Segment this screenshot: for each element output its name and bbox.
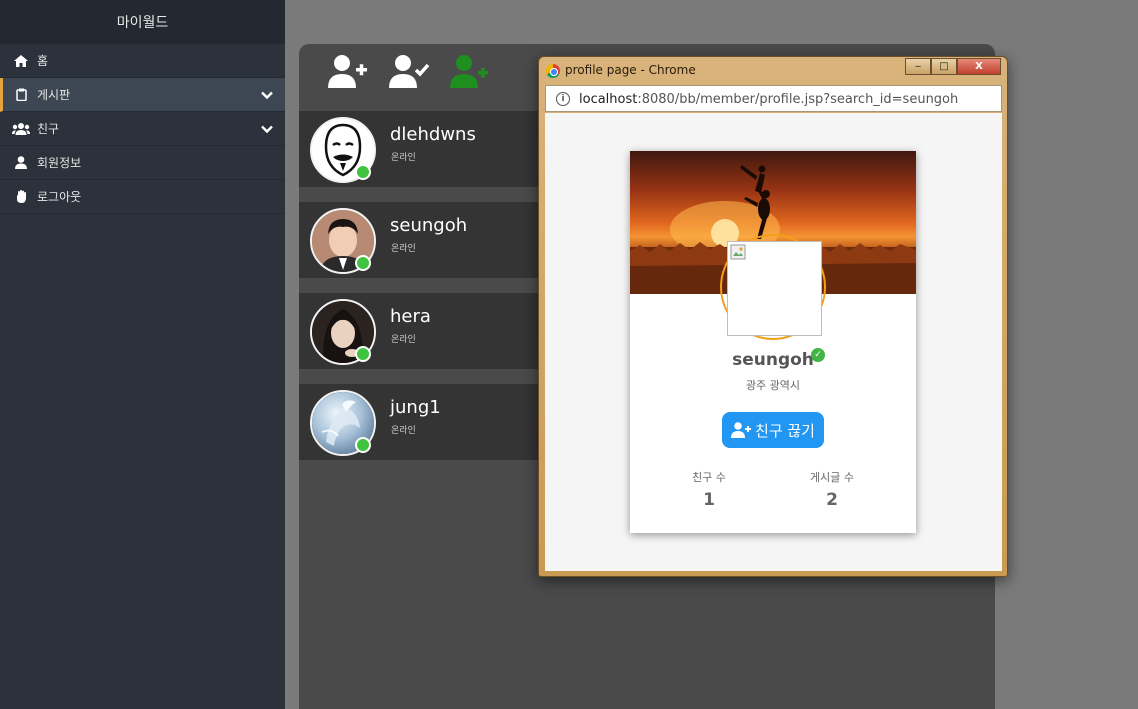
users-icon — [12, 122, 30, 136]
window-titlebar[interactable]: profile page - Chrome ‒ □ X — [539, 57, 1007, 84]
url-path: :8080/bb/member/profile.jsp?search_id=se… — [637, 92, 959, 107]
user-friends-icon[interactable] — [449, 54, 489, 90]
window-controls: ‒ □ X — [905, 58, 1001, 75]
list-item[interactable]: dlehdwns 온라인 — [299, 111, 539, 187]
sidebar-item-board[interactable]: 게시판 — [0, 78, 285, 112]
user-plus-icon — [731, 422, 752, 438]
friend-status: 온라인 — [391, 335, 416, 345]
sidebar-item-label: 게시판 — [37, 88, 71, 102]
sidebar-item-label: 홈 — [37, 54, 49, 68]
friend-status: 온라인 — [391, 153, 416, 163]
post-count-stat: 게시글 수 2 — [787, 469, 877, 510]
profile-popup-window: profile page - Chrome ‒ □ X i localhost:… — [538, 56, 1008, 577]
broken-image-icon — [730, 244, 746, 260]
url-text[interactable]: localhost:8080/bb/member/profile.jsp?sea… — [579, 92, 958, 107]
address-bar[interactable]: i localhost:8080/bb/member/profile.jsp?s… — [545, 85, 1002, 112]
friend-toolbar — [299, 44, 539, 111]
online-status-icon — [355, 164, 371, 180]
friend-name: hera — [390, 306, 431, 327]
online-status-icon — [355, 255, 371, 271]
hand-icon — [12, 190, 30, 204]
sidebar-item-friends[interactable]: 친구 — [0, 112, 285, 146]
home-icon — [12, 54, 30, 68]
friend-list: dlehdwns 온라인 seungoh 온라인 hera 온라인 jung1 … — [299, 111, 539, 475]
unfriend-button-label: 친구 끊기 — [755, 421, 815, 440]
friend-name: dlehdwns — [390, 124, 476, 145]
friend-status: 온라인 — [391, 244, 416, 254]
unfriend-button[interactable]: 친구 끊기 — [722, 412, 824, 448]
stat-label: 게시글 수 — [810, 471, 854, 484]
profile-picture — [727, 241, 822, 336]
app-title: 마이월드 — [0, 0, 285, 44]
sidebar-item-member-info[interactable]: 회원정보 — [0, 146, 285, 180]
minimize-button[interactable]: ‒ — [905, 58, 931, 75]
list-item[interactable]: jung1 온라인 — [299, 384, 539, 460]
profile-location: 광주 광역시 — [745, 379, 801, 392]
online-status-icon — [355, 437, 371, 453]
maximize-button[interactable]: □ — [931, 58, 957, 75]
sidebar-item-label: 회원정보 — [37, 156, 82, 170]
sidebar-item-label: 친구 — [37, 122, 60, 136]
friend-status: 온라인 — [391, 426, 416, 436]
user-icon — [12, 156, 30, 170]
url-host: localhost — [579, 92, 638, 107]
chevron-down-icon[interactable] — [261, 123, 273, 137]
chevron-down-icon[interactable] — [261, 89, 273, 103]
chrome-logo-icon — [546, 64, 560, 78]
close-button[interactable]: X — [957, 58, 1001, 75]
info-icon[interactable]: i — [556, 92, 570, 106]
friend-name: seungoh — [390, 215, 468, 236]
sidebar-item-home[interactable]: 홈 — [0, 44, 285, 78]
sidebar-item-logout[interactable]: 로그아웃 — [0, 180, 285, 214]
sidebar: 마이월드 홈 게시판 친구 회원정보 로그아웃 — [0, 0, 285, 709]
user-check-icon[interactable] — [388, 54, 430, 90]
clipboard-icon — [12, 88, 30, 102]
online-status-icon — [355, 346, 371, 362]
friend-name: jung1 — [390, 397, 441, 418]
list-item[interactable]: hera 온라인 — [299, 293, 539, 369]
window-title: profile page - Chrome — [565, 63, 696, 77]
page-content: seungoh ✓ 광주 광역시 친구 끊기 친구 수 1 게시글 수 2 — [545, 113, 1002, 571]
profile-name: seungoh — [732, 350, 814, 370]
stat-value: 1 — [703, 490, 715, 510]
stat-label: 친구 수 — [692, 471, 726, 484]
friend-count-stat: 친구 수 1 — [664, 469, 754, 510]
sidebar-item-label: 로그아웃 — [37, 190, 82, 204]
verified-check-icon: ✓ — [811, 348, 825, 362]
user-plus-icon[interactable] — [327, 54, 367, 90]
list-item[interactable]: seungoh 온라인 — [299, 202, 539, 278]
profile-card: seungoh ✓ 광주 광역시 친구 끊기 친구 수 1 게시글 수 2 — [630, 151, 916, 533]
stat-value: 2 — [826, 490, 838, 510]
